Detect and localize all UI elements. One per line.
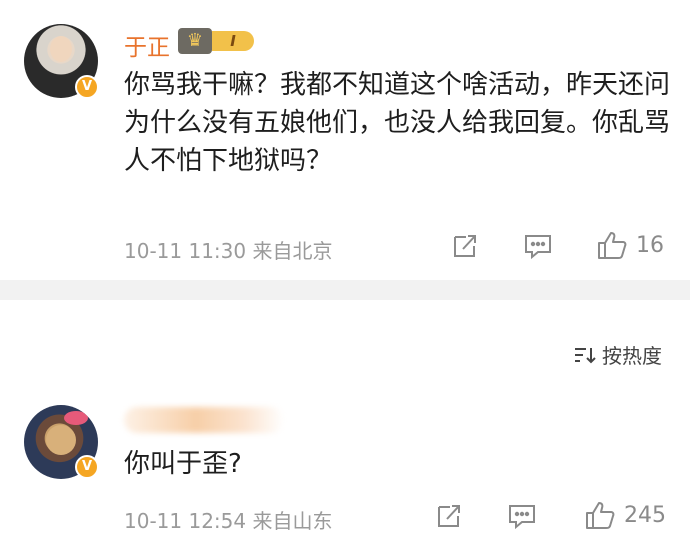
comment-text: 你骂我干嘛？我都不知道这个啥活动，昨天还问为什么没有五娘他们，也没人给我回复。你… — [124, 70, 671, 176]
share-button[interactable] — [436, 503, 462, 529]
share-icon — [438, 505, 460, 527]
share-button[interactable] — [452, 233, 478, 259]
reply-button[interactable] — [508, 503, 536, 529]
sort-bar: 按热度 — [0, 300, 690, 385]
like-button[interactable]: 16 — [596, 229, 664, 261]
sort-by-popularity-button[interactable]: 按热度 — [574, 340, 662, 369]
fan-level-badge[interactable]: ♛ I — [178, 28, 258, 54]
sort-label: 按热度 — [602, 344, 662, 368]
share-icon — [454, 235, 476, 257]
comment-text: 你叫于歪? — [124, 449, 242, 479]
comment-card: V 于正 ♛ I 你骂我干嘛？我都不知道这个啥活动，昨天还问为什么没有五娘他们，… — [0, 0, 690, 280]
like-count: 245 — [624, 502, 666, 528]
thumbs-up-icon — [598, 232, 627, 259]
username[interactable]: 于正 — [124, 28, 170, 62]
reply-button[interactable] — [524, 233, 552, 259]
comment-meta: 10-11 12:54 来自山东 — [124, 509, 333, 533]
sort-icon — [575, 347, 596, 363]
crown-icon: ♛ — [178, 28, 212, 54]
thumbs-up-icon — [586, 502, 615, 529]
section-divider — [0, 280, 690, 300]
comment-icon — [509, 505, 535, 529]
verified-badge: V — [75, 455, 99, 479]
like-button[interactable]: 245 — [584, 499, 666, 531]
comment-card: V 你叫于歪? 10-11 12:54 来自山东 245 — [0, 385, 690, 549]
fan-level: I — [212, 31, 254, 51]
like-count: 16 — [636, 232, 664, 258]
verified-badge: V — [75, 75, 99, 99]
comment-meta: 10-11 11:30 来自北京 — [124, 239, 333, 263]
username-blurred[interactable] — [124, 407, 284, 433]
comment-icon — [525, 235, 551, 259]
